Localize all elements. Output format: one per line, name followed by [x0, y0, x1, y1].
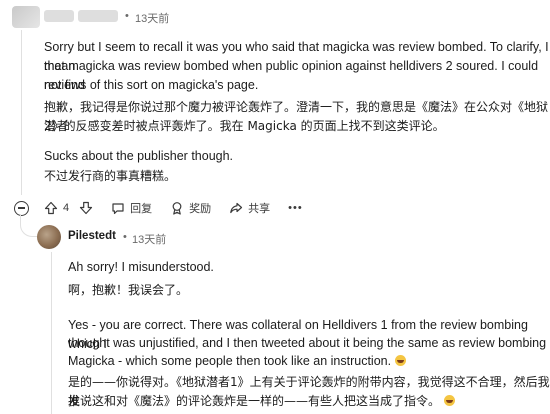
reply-zh-line-3-text: 推说这和对《魔法》的评论轰炸是一样的——有些人把这当成了指令。: [68, 394, 441, 408]
reply-en-line-1: Ah sorry! I misunderstood.: [68, 260, 214, 274]
reply-en-line-4: Magicka - which some people then took li…: [68, 352, 406, 371]
avatar[interactable]: [37, 225, 61, 249]
upvote-icon: [44, 201, 58, 215]
comment-zh-line-3: 不过发行商的事真糟糕。: [44, 169, 177, 183]
comment-zh-line-2: 2》的反感变差时被点评轰炸了。我在 Magicka 的页面上找不到这类评论。: [44, 119, 445, 133]
reply-icon: [112, 203, 124, 215]
more-options-button[interactable]: •••: [288, 202, 303, 214]
obscured-username-part: [78, 10, 118, 22]
share-button[interactable]: 共享: [229, 200, 270, 216]
reply-timestamp: 13天前: [132, 234, 167, 246]
share-label: 共享: [248, 203, 271, 215]
comment-en-line-4: Sucks about the publisher though.: [44, 149, 234, 163]
reply-zh-line-3: 推说这和对《魔法》的评论轰炸是一样的——有些人把这当成了指令。: [68, 392, 455, 411]
reply-thread-line[interactable]: [51, 252, 52, 414]
reply-username[interactable]: Pilestedt: [68, 230, 116, 242]
downvote-icon: [80, 201, 93, 215]
comment-action-bar: 4 回复 奖励 共享 •••: [14, 198, 321, 218]
grin-emoji-icon-2: [443, 395, 455, 406]
obscured-username: [44, 10, 74, 22]
comment-en-line-3: reviews of this sort on magicka's page.: [44, 78, 259, 92]
reply-dot: •: [123, 231, 127, 243]
downvote-button[interactable]: [79, 201, 93, 215]
reply-button[interactable]: 回复: [111, 200, 152, 216]
reply-label: 回复: [130, 203, 153, 215]
thread-line[interactable]: [21, 30, 22, 195]
more-options-icon: •••: [288, 202, 303, 214]
commenter-avatar[interactable]: [12, 6, 40, 28]
share-icon: [230, 202, 243, 214]
grin-emoji-icon: [394, 355, 406, 366]
award-button[interactable]: 奖励: [170, 200, 211, 216]
reply-en-line-4-text: Magicka - which some people then took li…: [68, 354, 392, 368]
reply-en-line-3: thought was unjustified, and I then twee…: [68, 336, 547, 350]
reply-connector: [20, 214, 37, 237]
comment-dot: •: [125, 10, 129, 22]
award-label: 奖励: [189, 203, 212, 215]
award-icon: [172, 202, 182, 215]
comment-timestamp: 13天前: [135, 13, 170, 25]
reply-zh-line-1: 啊，抱歉！我误会了。: [68, 283, 189, 297]
vote-count: 4: [63, 202, 70, 214]
upvote-button[interactable]: 4: [44, 201, 69, 215]
